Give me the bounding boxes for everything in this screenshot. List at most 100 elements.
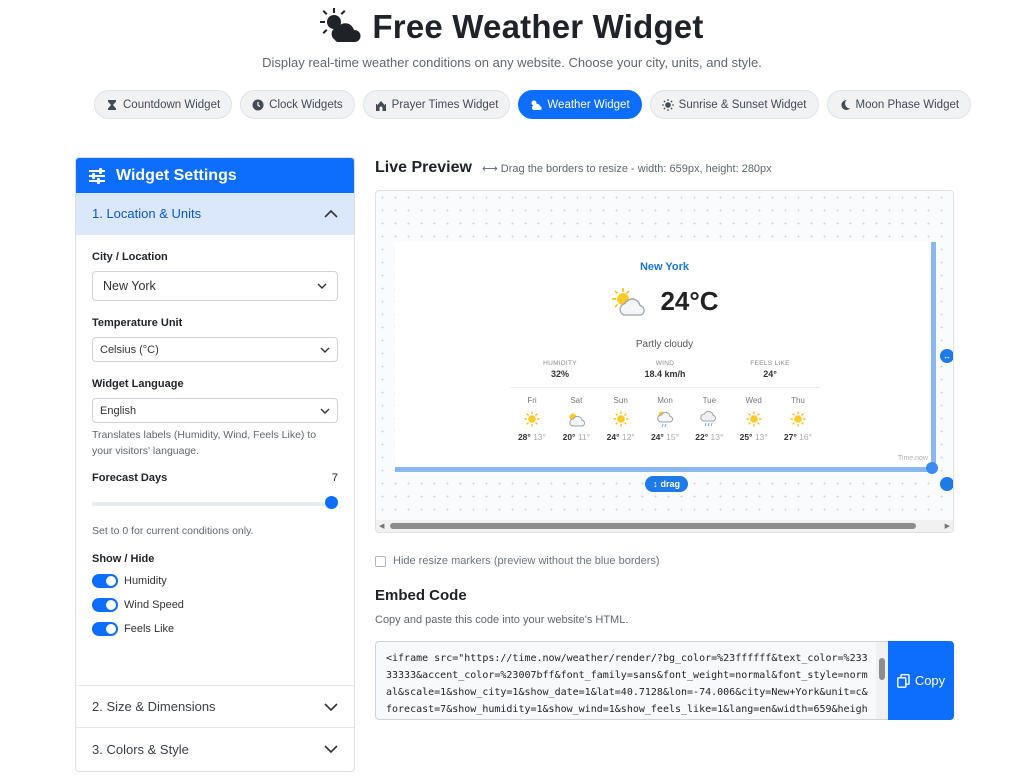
tab-label: Sunrise & Sunset Widget	[678, 98, 807, 111]
tab-label: Moon Phase Widget	[855, 98, 960, 111]
tab-label: Prayer Times Widget	[391, 98, 499, 111]
sun-icon	[599, 408, 643, 430]
widget-city: New York	[639, 261, 690, 273]
drag-handle[interactable]: ↕ drag	[645, 476, 689, 492]
slider-track	[92, 502, 330, 506]
scrollbar-thumb[interactable]	[879, 658, 885, 680]
stat-value: 18.4 km/h	[644, 369, 686, 379]
day-temps: 22° 13°	[687, 432, 731, 442]
scroll-right-arrow-icon[interactable]: ▶	[945, 522, 950, 530]
day-temps: 25° 13°	[732, 432, 776, 442]
city-select[interactable]: New York	[92, 271, 338, 301]
day-name: Mon	[657, 396, 673, 405]
scroll-left-arrow-icon[interactable]: ◀	[379, 522, 384, 530]
forecast-days-row: Forecast Days 7	[92, 472, 338, 484]
day-name: Fri	[527, 396, 537, 405]
stat-label: FEELS LIKE	[750, 360, 790, 367]
weather-stats: HUMIDITY 32% WIND 18.4 km/h FEELS LIKE 2…	[515, 360, 815, 379]
copy-button[interactable]: Copy	[888, 641, 954, 720]
section-label: 2. Size & Dimensions	[92, 699, 216, 714]
section-size-dimensions-header[interactable]: 2. Size & Dimensions	[76, 686, 354, 728]
switch[interactable]	[92, 574, 118, 588]
temperature-unit-select[interactable]: Celsius (°C)	[92, 337, 338, 362]
settings-header: Widget Settings	[76, 158, 354, 193]
low-temp: 13°	[533, 432, 547, 442]
day-temps: 24° 12°	[599, 432, 643, 442]
forecast-days-slider[interactable]	[92, 496, 338, 510]
switch[interactable]	[92, 622, 118, 636]
section-location-units-header[interactable]: 1. Location & Units	[76, 193, 354, 235]
toggle-feels-like[interactable]: Feels Like	[92, 617, 338, 641]
chevron-down-icon	[317, 283, 327, 289]
horizontal-scrollbar[interactable]: ◀ ▶	[376, 520, 953, 532]
forecast-day: Thu 27° 16°	[776, 396, 820, 442]
section-colors-style-header[interactable]: 3. Colors & Style	[76, 728, 354, 770]
forecast-row: Fri 28° 13° Sat 20° 11° Sun 24° 12° Mon …	[510, 396, 820, 442]
stat-value: 24°	[763, 369, 777, 379]
code-scrollbar[interactable]	[876, 642, 888, 719]
tab-countdown-widget[interactable]: Countdown Widget	[94, 90, 233, 119]
horizontal-arrows-icon: ↔	[943, 351, 951, 361]
language-label: Widget Language	[92, 378, 184, 390]
day-name: Tue	[702, 396, 717, 405]
forecast-day: Mon 24° 15°	[643, 396, 687, 442]
high-temp: 24°	[606, 432, 620, 442]
live-preview-frame: New York 24°C Partly cloudy HUMIDITY 32%…	[375, 190, 954, 533]
tab-prayer-times-widget[interactable]: Prayer Times Widget	[362, 90, 511, 119]
resize-corner-handle[interactable]	[926, 462, 938, 474]
hide-markers-checkbox[interactable]	[375, 555, 386, 567]
resize-corner-button[interactable]	[940, 477, 953, 491]
day-name: Wed	[745, 396, 762, 405]
city-label: City / Location	[92, 251, 168, 263]
tab-label: Clock Widgets	[269, 98, 343, 111]
tab-moon-phase-widget[interactable]: Moon Phase Widget	[826, 90, 972, 119]
settings-title: Widget Settings	[116, 166, 237, 184]
high-temp: 28°	[517, 432, 531, 442]
resize-border-bottom[interactable]	[395, 467, 935, 472]
chevron-down-icon	[320, 408, 330, 414]
toggle-wind-speed[interactable]: Wind Speed	[92, 593, 338, 617]
low-temp: 12°	[621, 432, 635, 442]
toggle-humidity[interactable]: Humidity	[92, 569, 338, 593]
embed-code-textarea[interactable]: <iframe src="https://time.now/weather/re…	[375, 641, 889, 720]
hide-resize-markers-option[interactable]: Hide resize markers (preview without the…	[375, 555, 660, 567]
high-temp: 24°	[650, 432, 664, 442]
partly-cloudy-icon	[612, 287, 646, 316]
tab-label: Countdown Widget	[123, 98, 221, 111]
cloud-sun-icon	[531, 100, 543, 110]
high-temp: 25°	[739, 432, 753, 442]
day-name: Sat	[570, 396, 583, 405]
resize-border-right[interactable]	[931, 242, 936, 472]
embed-code-help: Copy and paste this code into your websi…	[375, 614, 629, 626]
current-temperature: 24°C	[660, 286, 719, 316]
slider-thumb[interactable]	[325, 496, 338, 509]
unit-label: Temperature Unit	[92, 317, 183, 329]
tab-weather-widget[interactable]: Weather Widget	[518, 90, 642, 119]
scrollbar-thumb[interactable]	[390, 523, 916, 529]
stat-value: 32%	[550, 369, 569, 379]
low-temp: 13°	[754, 432, 768, 442]
forecast-help-text: Set to 0 for current conditions only.	[92, 525, 254, 537]
switch[interactable]	[92, 598, 118, 612]
day-temps: 28° 13°	[510, 432, 554, 442]
copy-icon	[896, 673, 910, 688]
divider	[510, 387, 820, 388]
mosque-icon	[375, 100, 386, 111]
tab-sunrise-sunset-widget[interactable]: Sunrise & Sunset Widget	[649, 90, 819, 119]
forecast-day: Wed 25° 13°	[732, 396, 776, 442]
forecast-day: Sun 24° 12°	[599, 396, 643, 442]
rain-cloud-icon	[687, 408, 731, 430]
stat-wind: WIND 18.4 km/h	[620, 360, 710, 379]
low-temp: 13°	[710, 432, 724, 442]
tab-clock-widgets[interactable]: Clock Widgets	[240, 90, 355, 119]
language-help-text: Translates labels (Humidity, Wind, Feels…	[92, 429, 317, 457]
low-temp: 16°	[799, 432, 813, 442]
current-condition: Partly cloudy	[635, 339, 694, 350]
title-row: Free Weather Widget	[0, 8, 1024, 46]
day-temps: 27° 16°	[776, 432, 820, 442]
resize-width-handle[interactable]: ↔	[940, 349, 953, 363]
resize-hint-text: Drag the borders to resize - width: 659p…	[500, 163, 772, 175]
page-title: Free Weather Widget	[372, 8, 704, 45]
city-value: New York	[103, 279, 156, 293]
widget-language-select[interactable]: English	[92, 398, 338, 423]
